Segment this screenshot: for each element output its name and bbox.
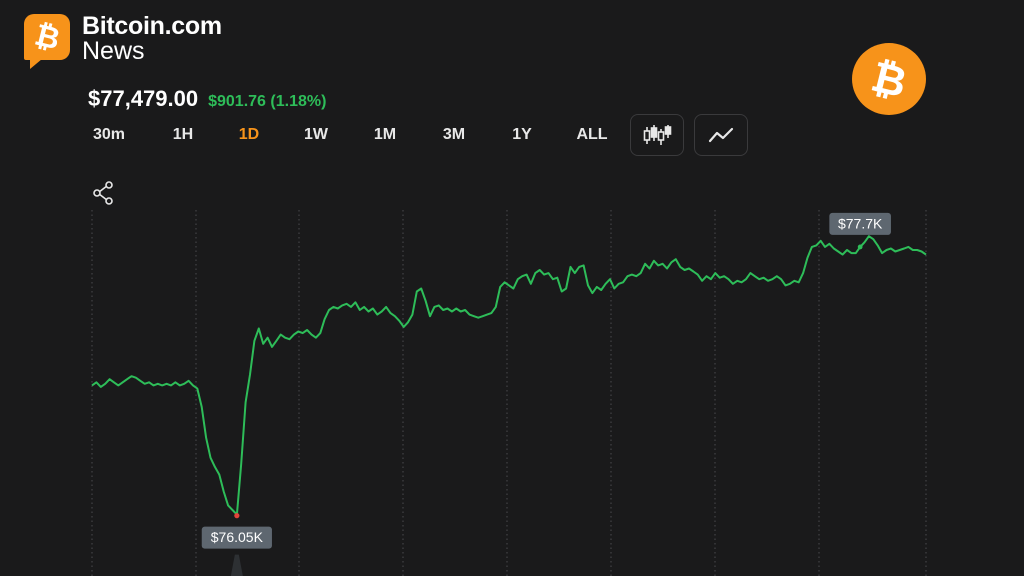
chart-annotations: $76.05K $77.7K (201, 212, 891, 549)
low-spike-shadow (230, 554, 243, 576)
low-price-marker (234, 513, 240, 519)
svg-text:$76.05K: $76.05K (211, 529, 264, 545)
chart-grid (91, 210, 927, 576)
svg-text:$77.7K: $77.7K (838, 215, 883, 231)
price-line (91, 235, 927, 516)
low-price-label: $76.05K (201, 526, 272, 549)
high-price-label: $77.7K (829, 212, 891, 235)
price-chart[interactable]: $76.05K $77.7K (0, 0, 1024, 576)
high-price-marker (857, 244, 863, 250)
